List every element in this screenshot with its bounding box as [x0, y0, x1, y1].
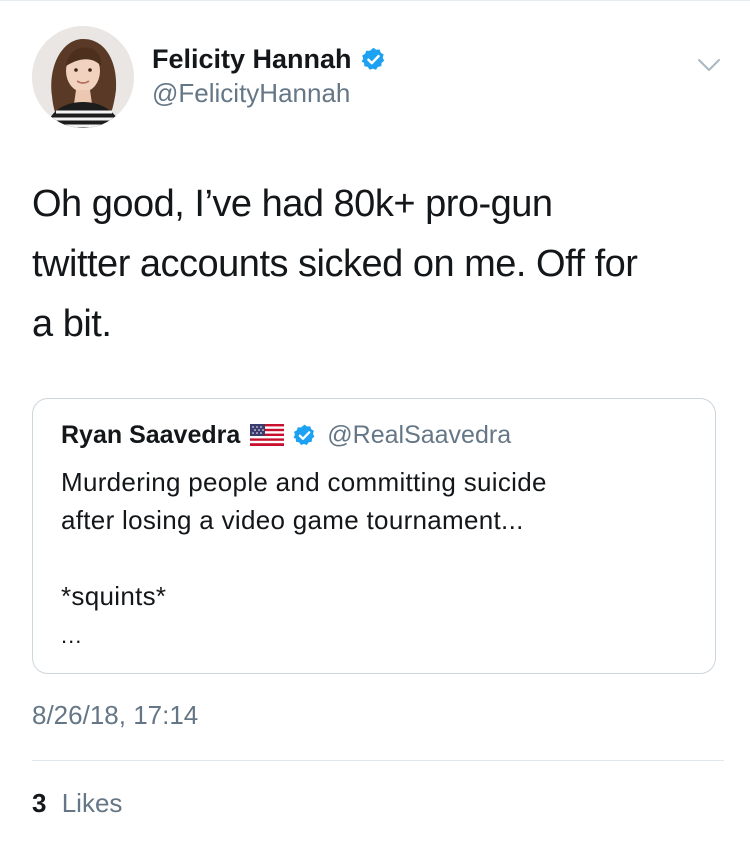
- quoted-tweet-text: Murdering people and committing suicide …: [61, 463, 691, 615]
- top-divider: [0, 0, 750, 1]
- likes-label: Likes: [61, 788, 123, 818]
- avatar-photo: [32, 26, 134, 128]
- quoted-text-line: after losing a video game tournament...: [61, 505, 524, 535]
- author-display-name[interactable]: Felicity Hannah: [152, 44, 352, 75]
- author-handle[interactable]: @FelicityHannah: [152, 78, 350, 109]
- likes-count: 3: [32, 788, 47, 818]
- author-name-row: Felicity Hannah: [152, 42, 387, 76]
- stats-divider: [32, 760, 724, 761]
- verified-badge-icon: [360, 46, 387, 73]
- quoted-verified-badge-icon: [292, 423, 317, 448]
- tweet-header: Felicity Hannah @FelicityHannah: [32, 26, 722, 130]
- quoted-text-line: Murdering people and committing suicide: [61, 467, 547, 497]
- quoted-tweet-card[interactable]: Ryan Saavedra @RealSaavedra Murdering pe…: [32, 398, 716, 674]
- quoted-author-handle: @RealSaavedra: [327, 420, 512, 449]
- quoted-text-blank-line: [61, 539, 691, 577]
- quoted-text-ellipsis: ...: [61, 623, 83, 648]
- likes-stat[interactable]: 3 Likes: [32, 788, 122, 819]
- quoted-author-name: Ryan Saavedra: [61, 420, 241, 449]
- author-avatar[interactable]: [32, 26, 134, 128]
- us-flag-icon: [250, 424, 285, 446]
- tweet-text: Oh good, I’ve had 80k+ pro-gun twitter a…: [32, 183, 638, 345]
- quoted-tweet-header: Ryan Saavedra @RealSaavedra: [61, 419, 511, 451]
- chevron-down-icon[interactable]: [696, 52, 722, 78]
- tweet-timestamp[interactable]: 8/26/18, 17:14: [32, 700, 198, 731]
- quoted-text-line: *squints*: [61, 581, 167, 611]
